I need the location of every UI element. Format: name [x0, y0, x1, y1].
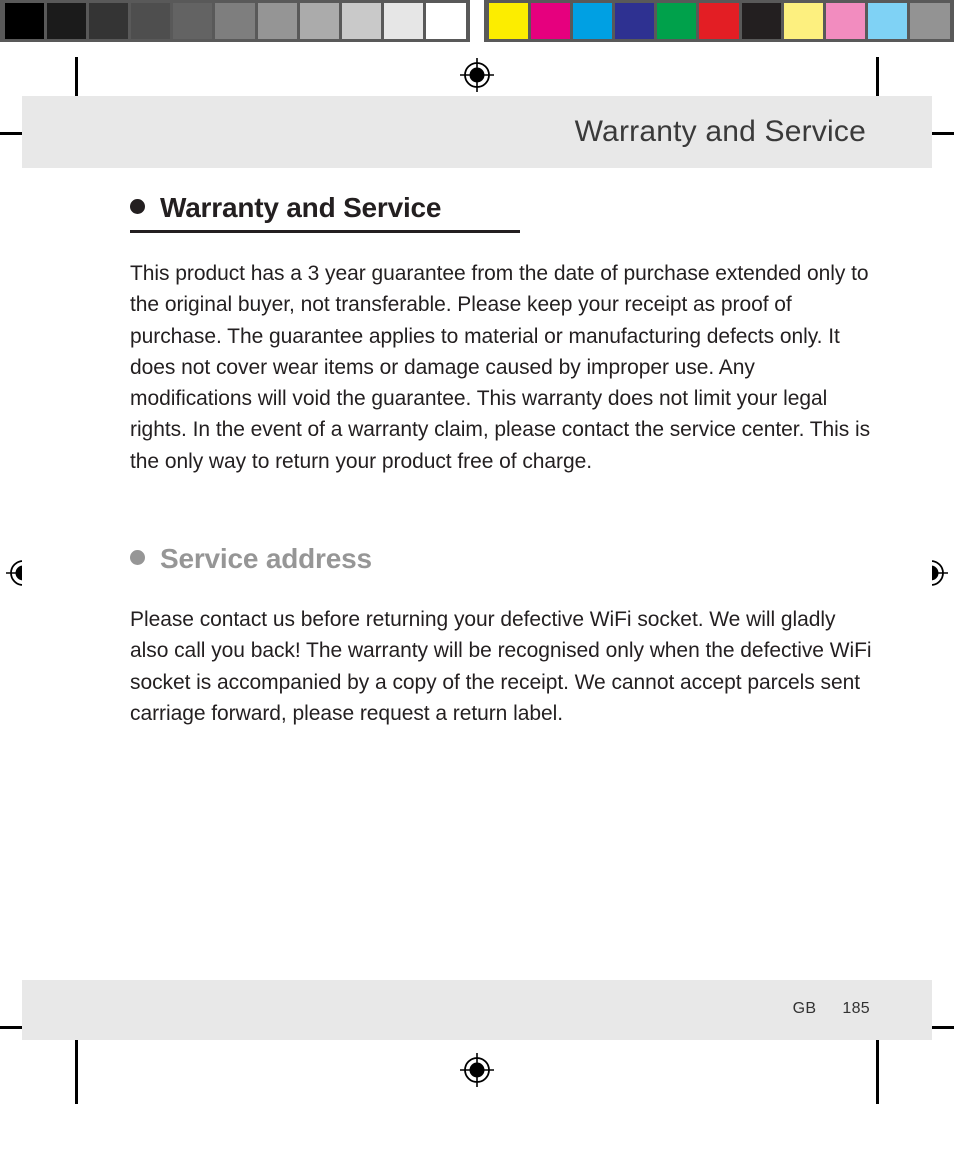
running-head-title: Warranty and Service — [574, 115, 866, 148]
grayscale-patch-4 — [173, 3, 213, 39]
footer-page-info: GB 185 — [793, 1000, 870, 1018]
color-patch-2 — [572, 3, 613, 39]
grayscale-patch-0 — [4, 3, 44, 39]
color-patch-4 — [657, 3, 697, 39]
color-patch-7 — [783, 3, 823, 39]
heading-warranty-and-service: Warranty and Service — [130, 192, 876, 224]
header-band: Warranty and Service — [22, 96, 932, 168]
grayscale-patch-2 — [88, 3, 129, 39]
paragraph-warranty: This product has a 3 year guarantee from… — [130, 262, 871, 473]
grayscale-patch-8 — [342, 3, 382, 39]
color-patch-9 — [868, 3, 908, 39]
bullet-icon-service — [130, 550, 145, 566]
warranty-section: Warranty and Service This product has a … — [130, 192, 876, 477]
bullet-icon-warranty — [130, 199, 145, 214]
color-patch-10 — [910, 3, 950, 39]
grayscale-calibration-strip — [0, 0, 470, 42]
color-patch-6 — [741, 3, 781, 39]
grayscale-patch-5 — [215, 3, 255, 39]
service-address-section: Service address Please contact us before… — [130, 543, 876, 729]
grayscale-patch-1 — [46, 3, 86, 39]
footer-locale-label: GB — [792, 1000, 817, 1017]
heading-service-label: Service address — [160, 543, 372, 575]
color-calibration-strip — [484, 0, 954, 42]
heading-underline-rule — [130, 230, 520, 233]
color-patch-5 — [699, 3, 739, 39]
grayscale-patch-6 — [257, 3, 297, 39]
footer-band: GB 185 — [22, 980, 932, 1040]
color-patch-1 — [530, 3, 570, 39]
color-patch-0 — [488, 3, 528, 39]
registration-crosshair-icon-bottom — [460, 1053, 494, 1087]
grayscale-patch-7 — [299, 3, 339, 39]
footer-page-number: 185 — [842, 1000, 870, 1017]
grayscale-patch-10 — [426, 3, 466, 39]
heading-warranty-label: Warranty and Service — [160, 192, 442, 223]
grayscale-patch-9 — [384, 3, 424, 39]
grayscale-patch-3 — [131, 3, 171, 39]
registration-crosshair-icon-top — [460, 58, 494, 92]
color-patch-3 — [615, 3, 655, 39]
paragraph-service-address: Please contact us before returning your … — [130, 608, 872, 725]
heading-service-address: Service address — [130, 543, 876, 575]
page-content: Warranty and Service This product has a … — [130, 192, 876, 729]
document-page: Warranty and Service Warranty and Servic… — [22, 96, 932, 1040]
color-patch-8 — [826, 3, 866, 39]
